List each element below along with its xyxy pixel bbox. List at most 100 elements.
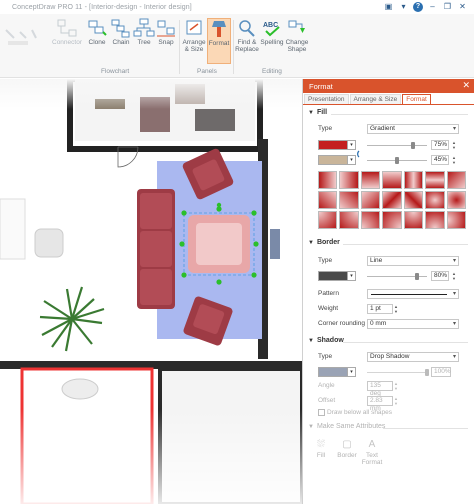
border-color-dropdown[interactable]: ▾: [348, 271, 356, 281]
close-button[interactable]: ✕: [457, 1, 468, 12]
fill-color1-dropdown[interactable]: ▾: [348, 140, 356, 150]
spinner-icon[interactable]: ▲ ▼: [451, 155, 457, 165]
shadow-type-select[interactable]: Drop Shadow ▾: [367, 352, 459, 362]
tab-format[interactable]: Format: [402, 94, 431, 104]
gradient-preset[interactable]: [382, 191, 402, 209]
find-replace-button[interactable]: Find & Replace: [234, 18, 260, 53]
minimize-button[interactable]: –: [427, 1, 438, 12]
change-shape-button[interactable]: Change Shape: [284, 18, 310, 53]
shadow-color-pct[interactable]: 100%: [431, 367, 451, 377]
gradient-preset[interactable]: [382, 171, 402, 189]
fill-heading: Fill: [316, 109, 328, 116]
ribbon: Connector Clone Chain Tree Snap Flowchar…: [0, 14, 474, 78]
app-switch-icon[interactable]: ▣: [383, 1, 394, 12]
border-section-header[interactable]: ▼ Border: [308, 239, 340, 246]
angle-input[interactable]: 135 deg: [367, 381, 393, 397]
gradient-preset[interactable]: [425, 191, 445, 209]
gradient-preset[interactable]: [318, 211, 338, 229]
spinner-icon[interactable]: ▲ ▼: [393, 381, 399, 391]
spinner-icon[interactable]: ▲ ▼: [393, 396, 399, 406]
corner-rounding-select[interactable]: 0 mm ▾: [367, 319, 459, 329]
spinner-icon[interactable]: ▲ ▼: [451, 140, 457, 150]
gradient-preset[interactable]: [360, 211, 381, 229]
gradient-preset[interactable]: [446, 191, 466, 209]
gradient-preset[interactable]: [425, 211, 445, 229]
sofa-cushion: [140, 193, 172, 229]
change-shape-label: Change Shape: [285, 39, 309, 53]
angle-label: Angle: [318, 382, 335, 389]
side-table-shape: [0, 198, 26, 260]
swap-colors-icon[interactable]: [357, 149, 365, 159]
restore-button[interactable]: ❐: [442, 1, 453, 12]
offset-input[interactable]: 2.83 mm: [367, 396, 393, 412]
group-label-flowchart: Flowchart: [101, 68, 130, 75]
collapse-icon: ▼: [308, 109, 314, 116]
slider-thumb[interactable]: [395, 157, 399, 164]
gradient-preset[interactable]: [318, 171, 338, 189]
shadow-color-swatch[interactable]: [318, 367, 348, 377]
fill-type-value: Gradient: [370, 125, 395, 132]
gradient-preset[interactable]: [339, 191, 359, 209]
make-same-border-button[interactable]: ▢ Border: [335, 439, 359, 459]
fill-type-select[interactable]: Gradient ▾: [367, 124, 459, 134]
weight-input[interactable]: 1 pt: [367, 304, 393, 314]
fill-color2-swatch[interactable]: [318, 155, 348, 165]
gradient-preset[interactable]: [339, 211, 359, 229]
draw-below-checkbox[interactable]: [318, 409, 325, 416]
group-label-editing: Editing: [262, 68, 282, 75]
tab-presentation[interactable]: Presentation: [304, 94, 349, 104]
fill-section-header[interactable]: ▼ Fill: [308, 109, 327, 116]
gradient-preset[interactable]: [403, 191, 424, 209]
chevron-down-icon: ▾: [452, 291, 456, 297]
clone-button[interactable]: Clone: [84, 18, 110, 46]
border-color-pct[interactable]: 80%: [431, 271, 449, 281]
group-label-panels: Panels: [197, 68, 217, 75]
border-type-select[interactable]: Line ▾: [367, 256, 459, 266]
gradient-preset[interactable]: [446, 211, 466, 229]
format-icon: [212, 21, 226, 37]
make-same-fill-button[interactable]: ⛆ Fill: [309, 439, 333, 459]
help-icon[interactable]: ?: [413, 1, 423, 12]
gradient-preset[interactable]: [360, 191, 381, 209]
slider-thumb[interactable]: [425, 369, 429, 376]
gradient-preset[interactable]: [446, 171, 466, 189]
make-same-section-header[interactable]: ▼ Make Same Attributes: [308, 423, 385, 430]
format-button[interactable]: Format: [207, 18, 231, 64]
fill-color1-pct[interactable]: 75%: [431, 140, 449, 150]
tv-stand-shape: [195, 109, 235, 131]
plant-shape[interactable]: [39, 286, 105, 352]
connector-button[interactable]: Connector: [52, 18, 82, 46]
pattern-select[interactable]: ▾: [367, 289, 459, 299]
fill-color1-swatch[interactable]: [318, 140, 348, 150]
panel-title: Format: [309, 81, 333, 91]
tab-arrange-size[interactable]: Arrange & Size: [349, 94, 402, 104]
border-color-swatch[interactable]: [318, 271, 348, 281]
gradient-preset[interactable]: [425, 171, 445, 189]
snap-button[interactable]: Snap: [153, 18, 179, 46]
gradient-preset[interactable]: [360, 171, 381, 189]
make-same-text-button[interactable]: A Text Format: [361, 439, 383, 466]
slider-thumb[interactable]: [415, 273, 419, 280]
gradient-preset[interactable]: [339, 171, 359, 189]
spinner-icon[interactable]: ▲ ▼: [451, 271, 457, 281]
slider-thumb[interactable]: [411, 142, 415, 149]
fill-color2-pct[interactable]: 45%: [431, 155, 449, 165]
dropdown-icon[interactable]: ▾: [398, 1, 409, 12]
shadow-color-dropdown[interactable]: ▾: [348, 367, 356, 377]
drawing-canvas[interactable]: [0, 79, 302, 504]
gradient-preset[interactable]: [382, 211, 402, 229]
gradient-preset[interactable]: [403, 171, 424, 189]
floor-plan[interactable]: [0, 79, 302, 504]
gradient-preset[interactable]: [318, 191, 338, 209]
panel-close-icon[interactable]: ✕: [462, 80, 470, 91]
shadow-section-header[interactable]: ▼ Shadow: [308, 337, 344, 344]
gradient-preset[interactable]: [403, 211, 424, 229]
fill-color1-slider[interactable]: [367, 145, 427, 146]
arrange-size-button[interactable]: Arrange & Size: [181, 18, 207, 53]
snap-icon: [157, 20, 175, 37]
shadow-color-slider[interactable]: [367, 372, 427, 373]
spelling-button[interactable]: ABC Spelling: [260, 18, 284, 46]
fill-color2-dropdown[interactable]: ▾: [348, 155, 356, 165]
border-heading: Border: [316, 239, 340, 246]
spinner-icon[interactable]: ▲ ▼: [393, 304, 399, 314]
